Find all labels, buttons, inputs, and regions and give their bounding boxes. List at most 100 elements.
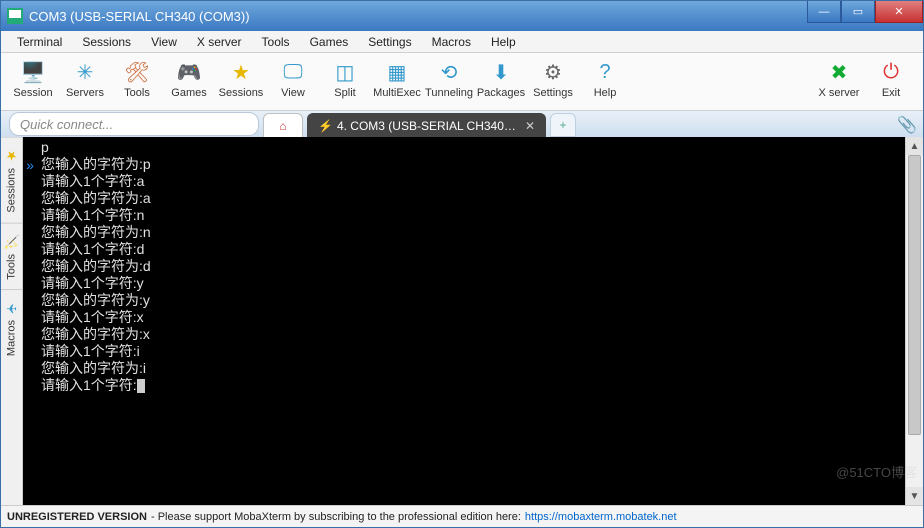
terminal-line: 您输入的字符为:y — [41, 292, 901, 309]
terminal-line: 请输入1个字符: — [41, 377, 901, 394]
tool-exit[interactable]: ⏻ Exit — [865, 57, 917, 99]
app-icon — [7, 8, 23, 24]
menubar: TerminalSessionsViewX serverToolsGamesSe… — [1, 31, 923, 53]
tools-icon: 🪄 — [3, 234, 19, 250]
view-icon: 🖵 — [280, 59, 306, 85]
tool-packages[interactable]: ⬇ Packages — [475, 57, 527, 99]
terminal-line: 请输入1个字符:a — [41, 173, 901, 190]
tool-label: X server — [819, 87, 860, 99]
menu-macros[interactable]: Macros — [422, 33, 481, 51]
tool-label: Sessions — [219, 87, 264, 99]
tool-label: Exit — [882, 87, 900, 99]
terminal-line: 您输入的字符为:a — [41, 190, 901, 207]
window-title: COM3 (USB-SERIAL CH340 (COM3)) — [29, 9, 250, 24]
scroll-down-icon[interactable]: ▼ — [906, 487, 923, 505]
servers-icon: ✳ — [72, 59, 98, 85]
tool-multiexec[interactable]: ▦ MultiExec — [371, 57, 423, 99]
scrollbar[interactable]: ▲ ▼ — [905, 137, 923, 505]
packages-icon: ⬇ — [488, 59, 514, 85]
session-icon: 🖥️ — [20, 59, 46, 85]
maximize-button[interactable]: ▭ — [841, 1, 875, 23]
exit-icon: ⏻ — [878, 59, 904, 85]
tool-label: Help — [594, 87, 617, 99]
collapse-arrows[interactable]: » — [23, 137, 37, 505]
tool-tools[interactable]: 🛠 Tools — [111, 57, 163, 99]
status-bold: UNREGISTERED VERSION — [7, 511, 147, 523]
menu-help[interactable]: Help — [481, 33, 526, 51]
tools-icon: 🛠 — [124, 59, 150, 85]
tool-tunneling[interactable]: ⟲ Tunneling — [423, 57, 475, 99]
tool-label: Split — [334, 87, 355, 99]
terminal-line: 请输入1个字符:i — [41, 343, 901, 360]
side-panel: Sessions★Tools🪄Macros✈ — [1, 137, 23, 505]
help-icon: ? — [592, 59, 618, 85]
sessions-icon: ★ — [6, 148, 18, 164]
tool-label: Session — [13, 87, 52, 99]
multiexec-icon: ▦ — [384, 59, 410, 85]
terminal-line: 请输入1个字符:x — [41, 309, 901, 326]
toolbar: 🖥️ Session ✳ Servers 🛠 Tools 🎮 Games ★ Sessions 🖵 V… — [1, 53, 923, 111]
tool-label: View — [281, 87, 305, 99]
menu-terminal[interactable]: Terminal — [7, 33, 72, 51]
menu-tools[interactable]: Tools — [252, 33, 300, 51]
tool-label: Tools — [124, 87, 150, 99]
titlebar: COM3 (USB-SERIAL CH340 (COM3)) — ▭ ✕ — [1, 1, 923, 31]
scroll-up-icon[interactable]: ▲ — [906, 137, 923, 155]
terminal-line: 您输入的字符为:x — [41, 326, 901, 343]
tool-session[interactable]: 🖥️ Session — [7, 57, 59, 99]
menu-sessions[interactable]: Sessions — [72, 33, 141, 51]
tool-label: Packages — [477, 87, 525, 99]
tool-sessions[interactable]: ★ Sessions — [215, 57, 267, 99]
home-tab[interactable]: ⌂ — [263, 113, 303, 137]
tool-settings[interactable]: ⚙Settings — [527, 57, 579, 99]
tool-servers[interactable]: ✳ Servers — [59, 57, 111, 99]
terminal-line: 您输入的字符为:p — [41, 156, 901, 173]
tool-x server[interactable]: ✖ X server — [813, 57, 865, 99]
terminal-line: 您输入的字符为:n — [41, 224, 901, 241]
tool-label: Games — [171, 87, 206, 99]
terminal-line: 您输入的字符为:i — [41, 360, 901, 377]
tabbar: Quick connect... ⌂ ⚡ 4. COM3 (USB-SERIAL… — [1, 111, 923, 137]
games-icon: 🎮 — [176, 59, 202, 85]
menu-view[interactable]: View — [141, 33, 187, 51]
tool-label: Tunneling — [425, 87, 473, 99]
lightning-icon: ⚡ — [318, 119, 333, 133]
menu-settings[interactable]: Settings — [358, 33, 421, 51]
sidetab-sessions[interactable]: Sessions★ — [1, 137, 22, 223]
quick-connect-input[interactable]: Quick connect... — [9, 112, 259, 136]
menu-x-server[interactable]: X server — [187, 33, 252, 51]
tab-label: 4. COM3 (USB-SERIAL CH340 (CO — [337, 119, 517, 133]
terminal-output[interactable]: p您输入的字符为:p请输入1个字符:a您输入的字符为:a请输入1个字符:n您输入… — [37, 137, 905, 505]
tool-label: MultiExec — [373, 87, 421, 99]
scroll-thumb[interactable] — [908, 155, 921, 435]
tool-view[interactable]: 🖵 View — [267, 57, 319, 99]
cursor — [137, 379, 145, 393]
status-text: - Please support MobaXterm by subscribin… — [151, 511, 521, 523]
menu-games[interactable]: Games — [300, 33, 359, 51]
terminal-line: p — [41, 139, 901, 156]
tool-split[interactable]: ◫ Split — [319, 57, 371, 99]
terminal-line: 请输入1个字符:y — [41, 275, 901, 292]
terminal-line: 请输入1个字符:n — [41, 207, 901, 224]
status-link[interactable]: https://mobaxterm.mobatek.net — [525, 511, 677, 523]
window-controls: — ▭ ✕ — [807, 1, 923, 31]
tool-label: Settings — [533, 87, 573, 99]
terminal-line: 您输入的字符为:d — [41, 258, 901, 275]
tunneling-icon: ⟲ — [436, 59, 462, 85]
terminal-tab-active[interactable]: ⚡ 4. COM3 (USB-SERIAL CH340 (CO ✕ — [307, 113, 546, 137]
sidetab-macros[interactable]: Macros✈ — [1, 289, 22, 366]
x server-icon: ✖ — [826, 59, 852, 85]
split-icon: ◫ — [332, 59, 358, 85]
macros-icon: ✈ — [6, 300, 17, 316]
tool-label: Servers — [66, 87, 104, 99]
new-tab-button[interactable]: + — [550, 113, 576, 137]
paperclip-icon[interactable]: 📎 — [897, 115, 917, 135]
sessions-icon: ★ — [228, 59, 254, 85]
minimize-button[interactable]: — — [807, 1, 841, 23]
tool-games[interactable]: 🎮 Games — [163, 57, 215, 99]
tool-help[interactable]: ? Help — [579, 57, 631, 99]
tab-close-icon[interactable]: ✕ — [525, 119, 535, 133]
close-button[interactable]: ✕ — [875, 1, 923, 23]
terminal-line: 请输入1个字符:d — [41, 241, 901, 258]
sidetab-tools[interactable]: Tools🪄 — [1, 223, 22, 290]
